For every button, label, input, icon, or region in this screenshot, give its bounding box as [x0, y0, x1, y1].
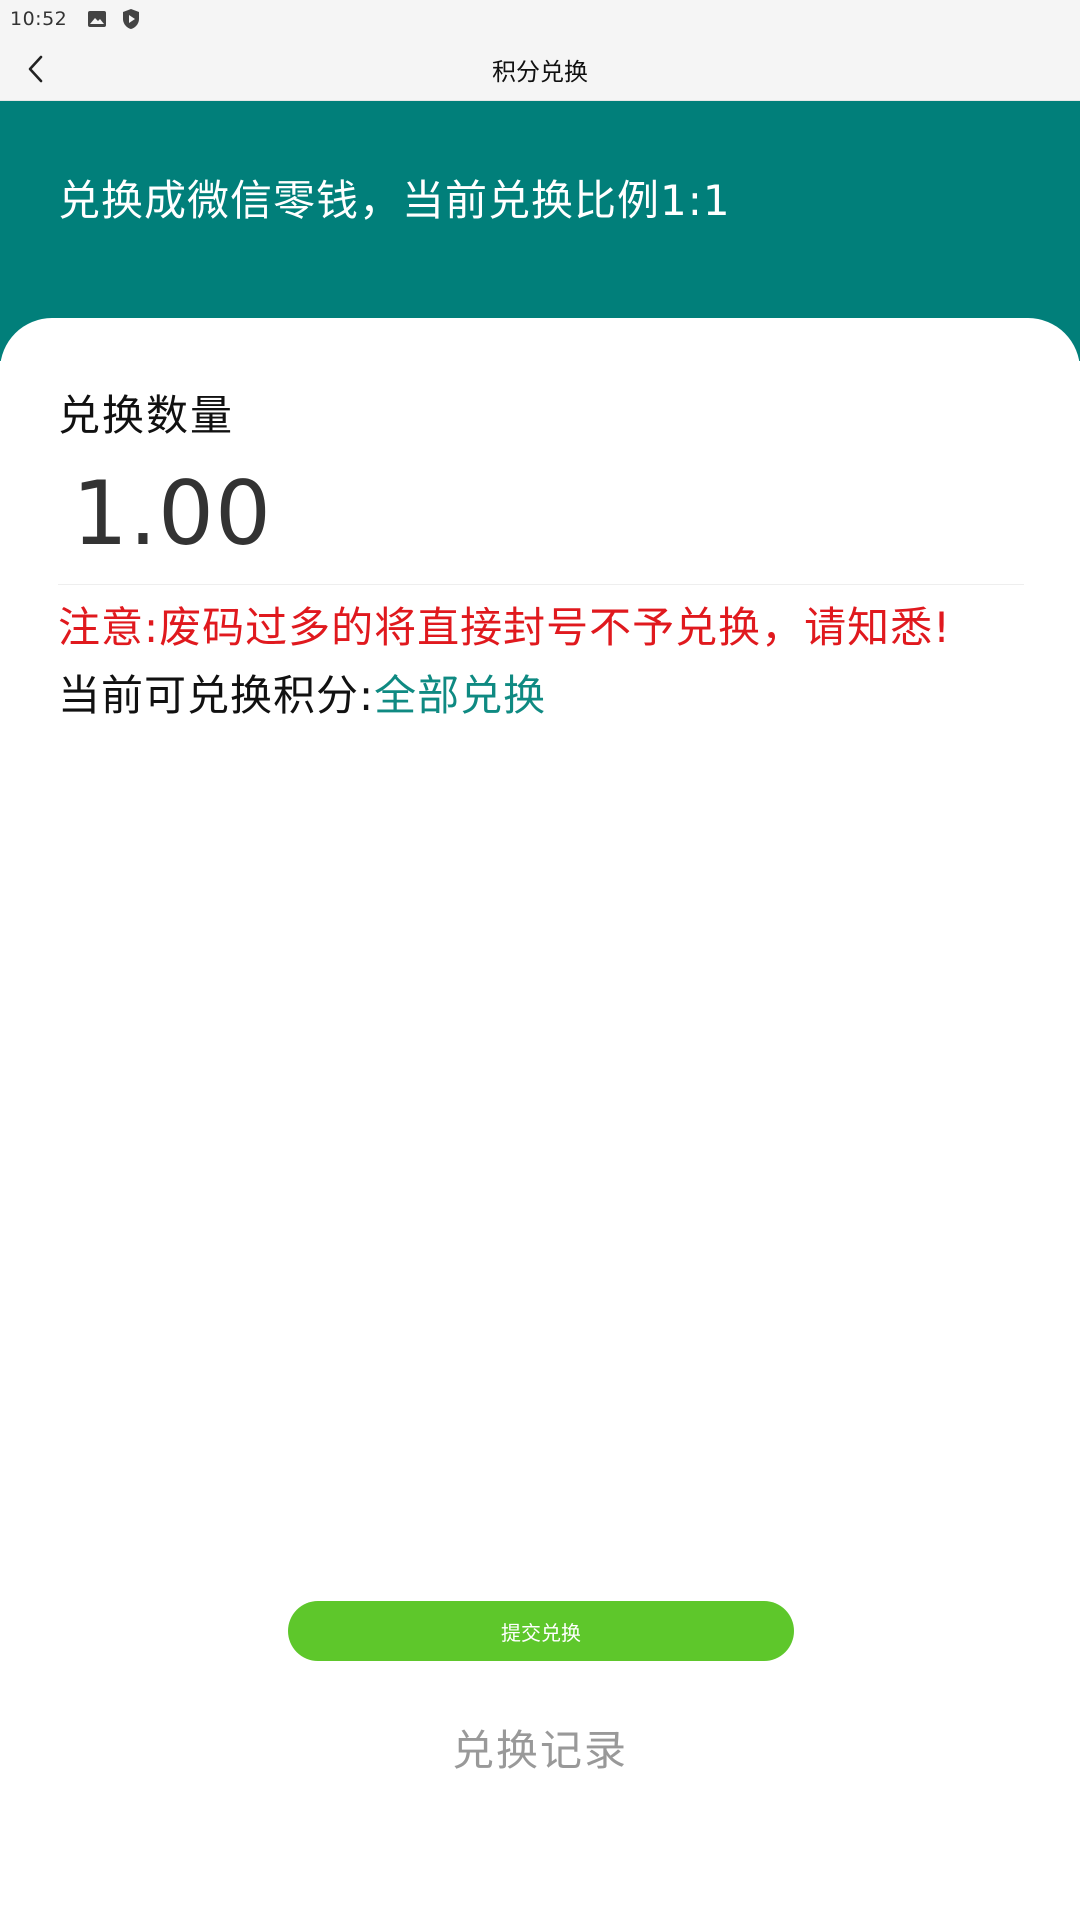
warning-text: 注意:废码过多的将直接封号不予兑换，请知悉! [58, 603, 951, 652]
status-time: 10:52 [10, 7, 68, 30]
page-title: 积分兑换 [492, 57, 588, 86]
banner-text: 兑换成微信零钱，当前兑换比例1:1 [58, 176, 731, 225]
exchange-card: 兑换数量 1.00 注意:废码过多的将直接封号不予兑换，请知悉! 当前可兑换积分… [0, 318, 1080, 1920]
status-bar: 10:52 [0, 0, 1080, 37]
exchange-all-link[interactable]: 全部兑换 [374, 671, 546, 720]
submit-exchange-button[interactable]: 提交兑换 [288, 1601, 794, 1661]
shield-play-icon [121, 8, 141, 30]
amount-input[interactable]: 1.00 [72, 464, 272, 564]
amount-label: 兑换数量 [58, 391, 235, 440]
exchange-history-link[interactable]: 兑换记录 [0, 1717, 1080, 1778]
nav-bar: 积分兑换 [0, 37, 1080, 101]
image-icon [87, 10, 107, 28]
divider [58, 584, 1024, 585]
points-row: 当前可兑换积分:全部兑换 [58, 662, 546, 723]
points-label: 当前可兑换积分: [58, 671, 375, 720]
